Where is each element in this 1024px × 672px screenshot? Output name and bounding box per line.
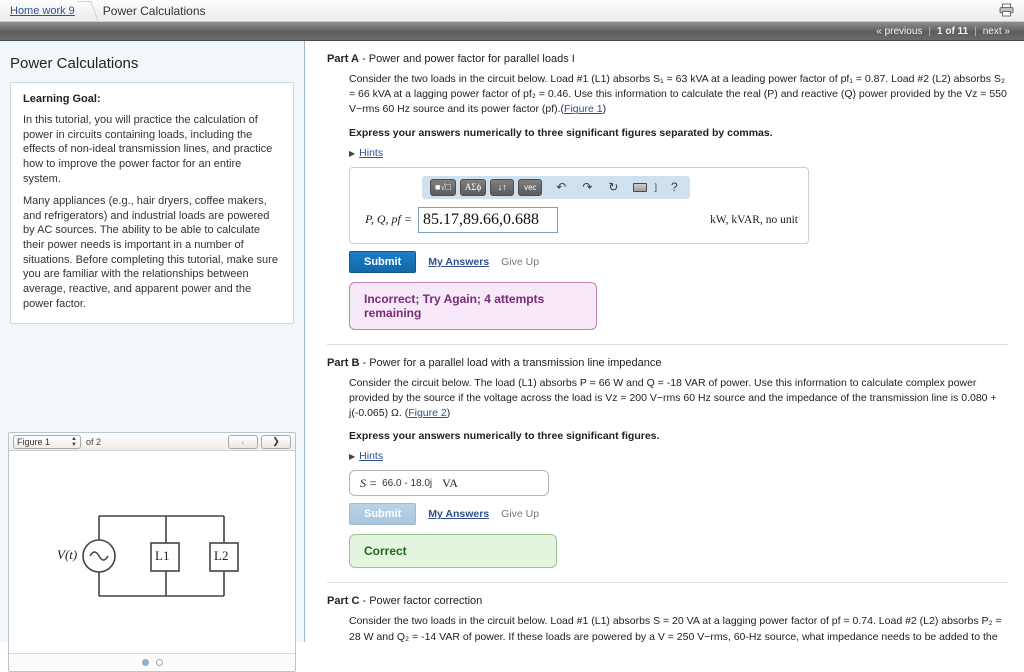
breadcrumb-home-link[interactable]: Home work 9 bbox=[10, 5, 75, 17]
part-b-answer-box[interactable]: S = 66.0 - 18.0j VA bbox=[349, 470, 549, 497]
figure-count-label: of 2 bbox=[86, 436, 102, 447]
figure-next-button[interactable]: ❯ bbox=[261, 434, 291, 449]
page-title: Power Calculations bbox=[10, 55, 139, 72]
part-a-divider bbox=[327, 343, 1008, 345]
print-icon[interactable] bbox=[999, 3, 1014, 20]
part-a-answer-box: ■√□ ΑΣϕ ↓↑ vec ↶ ↷ ↻ ] ? P, Q, pf = 85.1… bbox=[349, 166, 809, 244]
template-radical-button[interactable]: ■√□ bbox=[430, 178, 456, 196]
part-c-question: Consider the two loads in the circuit be… bbox=[349, 614, 1008, 642]
pagination-bar: « previous | 1 of 11 | next » bbox=[0, 22, 1024, 41]
part-a-feedback: Incorrect; Try Again; 4 attempts remaini… bbox=[349, 281, 597, 330]
part-b-my-answers-link[interactable]: My Answers bbox=[428, 508, 489, 520]
keyboard-icon[interactable] bbox=[633, 182, 648, 192]
part-a-figure-link[interactable]: Figure 1 bbox=[564, 103, 603, 115]
part-a-label: Part A bbox=[327, 53, 359, 65]
part-c-heading: Part C - Power factor correction bbox=[327, 595, 1008, 607]
main-content: Part A - Power and power factor for para… bbox=[305, 41, 1024, 642]
part-b-heading: Part B - Power for a parallel load with … bbox=[327, 357, 1008, 369]
part-b-question-text: Consider the circuit below. The load (L1… bbox=[349, 376, 997, 420]
figure-select-value: Figure 1 bbox=[17, 436, 51, 447]
figure-viewer: Figure 1 ▲ ▼ of 2 ‹ ❯ V(t) L1 L2 bbox=[8, 432, 296, 672]
part-a-title: Power and power factor for parallel load… bbox=[368, 53, 575, 65]
help-icon[interactable]: ? bbox=[668, 181, 681, 193]
reset-icon[interactable]: ↻ bbox=[605, 181, 621, 193]
figure-pagination-dots bbox=[9, 653, 295, 670]
part-a-hints-toggle[interactable]: ▶ Hints bbox=[349, 147, 1008, 159]
part-a-my-answers-link[interactable]: My Answers bbox=[428, 256, 489, 268]
part-b-feedback: Correct bbox=[349, 534, 557, 569]
figure-dot-2[interactable] bbox=[155, 658, 163, 666]
part-a-answer-input[interactable]: 85.17,89.66,0.688 bbox=[418, 206, 558, 233]
part-c-title: Power factor correction bbox=[369, 595, 483, 608]
chevron-right-icon: ▶ bbox=[349, 148, 356, 158]
bracket-icon: ] bbox=[654, 181, 657, 192]
redo-icon[interactable]: ↷ bbox=[579, 181, 595, 193]
figure-select[interactable]: Figure 1 ▲ ▼ bbox=[13, 434, 81, 449]
chevron-right-icon: ▶ bbox=[349, 452, 356, 462]
part-a-button-row: Submit My Answers Give Up bbox=[349, 250, 1008, 273]
learning-goal-box: Learning Goal: In this tutorial, you wil… bbox=[10, 82, 294, 325]
part-a-question-text: Consider the two loads in the circuit be… bbox=[349, 73, 1007, 116]
part-b-label: Part B bbox=[327, 356, 360, 369]
vector-button[interactable]: vec bbox=[518, 178, 543, 196]
learning-goal-heading: Learning Goal: bbox=[23, 93, 101, 105]
previous-page-link[interactable]: « previous bbox=[870, 26, 928, 37]
part-a-dash: - bbox=[359, 53, 369, 65]
greek-symbols-button[interactable]: ΑΣϕ bbox=[459, 178, 487, 196]
part-b-instruction: Express your answers numerically to thre… bbox=[349, 430, 660, 443]
part-b-answer-label: S = bbox=[360, 475, 378, 490]
part-c-dash: - bbox=[359, 595, 370, 608]
figure-viewer-header: Figure 1 ▲ ▼ of 2 ‹ ❯ bbox=[9, 433, 295, 451]
part-a-submit-button[interactable]: Submit bbox=[349, 250, 417, 273]
figure-image: V(t) L1 L2 bbox=[9, 451, 295, 653]
breadcrumb-current: Power Calculations bbox=[102, 3, 206, 18]
part-a-give-up-link[interactable]: Give Up bbox=[501, 256, 539, 268]
breadcrumb-separator-icon bbox=[77, 0, 95, 22]
part-a-math-toolbar: ■√□ ΑΣϕ ↓↑ vec ↶ ↷ ↻ ] ? bbox=[422, 175, 690, 199]
breadcrumb-bar: Home work 9 Power Calculations bbox=[0, 0, 1024, 22]
part-b-give-up-link[interactable]: Give Up bbox=[501, 508, 539, 520]
part-c-question-text: Consider the two loads in the circuit be… bbox=[349, 615, 1002, 642]
part-a-answer-label: P, Q, pf = bbox=[365, 212, 412, 227]
arrows-button[interactable]: ↓↑ bbox=[490, 178, 515, 196]
part-a-instruction: Express your answers numerically to thre… bbox=[349, 126, 773, 139]
part-c-label: Part C bbox=[327, 595, 360, 608]
part-b-answer-units: VA bbox=[442, 475, 458, 490]
circuit-load-2-label: L2 bbox=[214, 548, 229, 563]
next-page-link[interactable]: next » bbox=[977, 26, 1016, 37]
figure-prev-button[interactable]: ‹ bbox=[228, 434, 258, 449]
part-b-divider bbox=[327, 582, 1008, 584]
figure-dot-1[interactable] bbox=[141, 658, 149, 666]
part-b-dash: - bbox=[359, 356, 370, 369]
stepper-icon: ▲ ▼ bbox=[71, 435, 77, 448]
part-a-hints-label: Hints bbox=[359, 146, 384, 159]
learning-goal-paragraph-1: In this tutorial, you will practice the … bbox=[23, 114, 273, 185]
part-a-answer-units: kW, kVAR, no unit bbox=[710, 213, 798, 226]
circuit-load-1-label: L1 bbox=[155, 548, 170, 563]
part-b-hints-toggle[interactable]: ▶ Hints bbox=[349, 450, 1008, 462]
part-a-question: Consider the two loads in the circuit be… bbox=[349, 73, 1007, 116]
part-b-question: Consider the circuit below. The load (L1… bbox=[349, 376, 997, 420]
part-b-answer-input[interactable]: 66.0 - 18.0j bbox=[382, 478, 432, 489]
part-b-button-row: Submit My Answers Give Up bbox=[349, 503, 1008, 526]
part-b-submit-button: Submit bbox=[349, 503, 417, 526]
part-b-figure-link[interactable]: Figure 2 bbox=[408, 407, 447, 419]
undo-icon[interactable]: ↶ bbox=[553, 181, 569, 193]
part-b-hints-label: Hints bbox=[359, 450, 384, 463]
page-indicator: 1 of 11 bbox=[937, 25, 969, 37]
circuit-source-label: V(t) bbox=[57, 547, 78, 562]
sidebar: Power Calculations Learning Goal: In thi… bbox=[0, 41, 305, 672]
learning-goal-paragraph-2: Many appliances (e.g., hair dryers, coff… bbox=[23, 195, 278, 310]
part-b-title: Power for a parallel load with a transmi… bbox=[369, 356, 662, 369]
part-a-heading: Part A - Power and power factor for para… bbox=[327, 53, 1008, 65]
